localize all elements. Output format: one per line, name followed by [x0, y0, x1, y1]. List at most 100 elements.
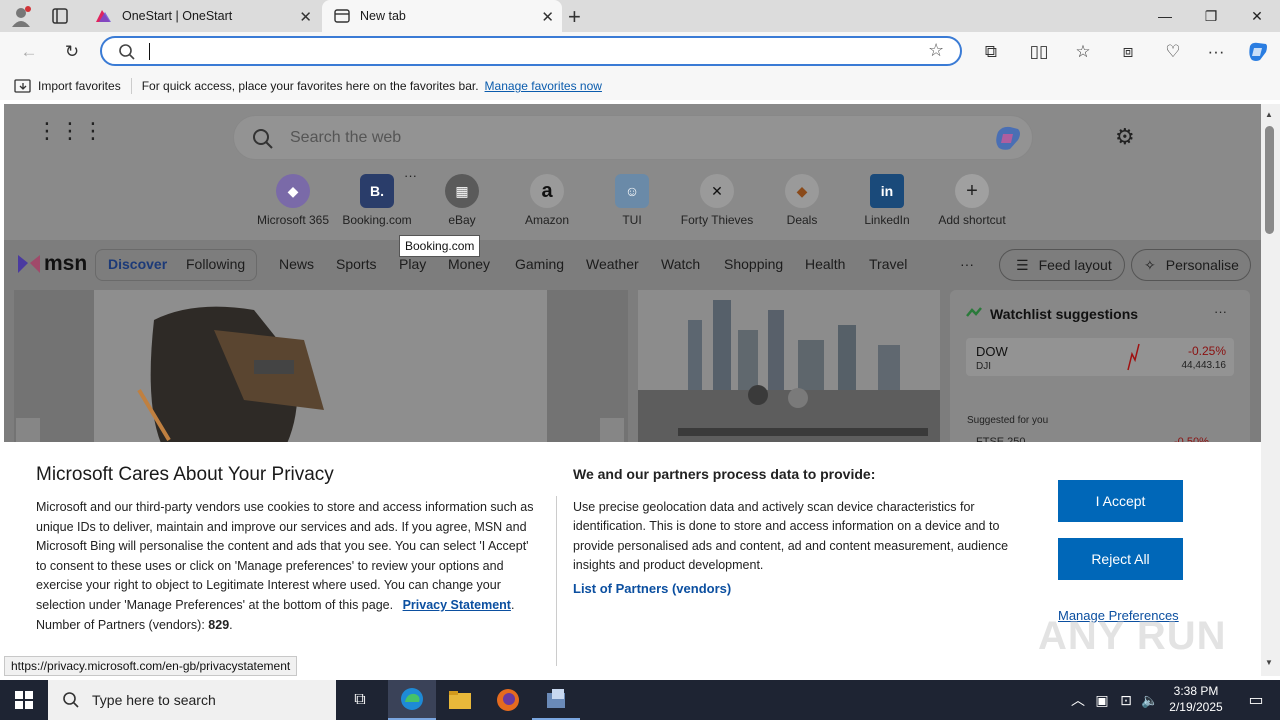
nav-watch[interactable]: Watch: [661, 256, 700, 272]
search-placeholder: Search the web: [290, 129, 402, 146]
shortcut-microsoft365[interactable]: ◆ Microsoft 365: [248, 174, 338, 227]
tab-onestart[interactable]: OneStart | OneStart ✕: [84, 0, 320, 32]
city-news-card[interactable]: [638, 290, 940, 450]
shortcut-label: eBay: [448, 213, 476, 227]
feed-layout-button[interactable]: ☰ Feed layout: [999, 249, 1125, 281]
deals-icon: ◆: [785, 174, 819, 208]
title-bar: OneStart | OneStart ✕ New tab ✕ + — ❐ ✕: [0, 0, 1280, 32]
shortcut-forty-thieves[interactable]: ✕ Forty Thieves: [672, 174, 762, 227]
collections-icon[interactable]: ⧈: [1113, 37, 1143, 67]
close-tab-icon[interactable]: ✕: [541, 8, 554, 26]
import-favorites-icon[interactable]: [14, 78, 32, 94]
favorites-divider: [130, 78, 132, 94]
page-scrollbar[interactable]: ▲ ▼: [1261, 104, 1280, 676]
task-view-icon[interactable]: ⧉: [336, 680, 384, 720]
manage-favorites-link[interactable]: Manage favorites now: [485, 79, 602, 93]
refresh-icon[interactable]: ↻: [57, 37, 87, 67]
close-window-icon[interactable]: ✕: [1234, 0, 1280, 32]
edge-taskbar-icon[interactable]: [388, 680, 436, 720]
copilot-icon[interactable]: [992, 124, 1024, 152]
accept-button[interactable]: I Accept: [1058, 480, 1183, 522]
extensions-icon[interactable]: ⧉: [976, 37, 1006, 67]
volume-icon[interactable]: 🔈: [1138, 680, 1162, 720]
new-tab-icon[interactable]: +: [568, 4, 581, 30]
nav-money[interactable]: Money: [448, 256, 490, 272]
nav-gaming[interactable]: Gaming: [515, 256, 564, 272]
scroll-up-icon[interactable]: ▲: [1265, 110, 1273, 119]
personalise-icon: ✧: [1144, 256, 1156, 273]
shortcut-amazon[interactable]: a Amazon: [502, 174, 592, 227]
shortcut-label: Add shortcut: [938, 213, 1006, 227]
stock-row-dow[interactable]: DOW DJI -0.25% 44,443.16: [966, 338, 1234, 376]
stock-exchange: DJI: [976, 361, 991, 372]
file-explorer-icon[interactable]: [436, 680, 484, 720]
taskbar-search-box[interactable]: Type here to search: [48, 680, 336, 720]
performance-icon[interactable]: ♡: [1158, 37, 1188, 67]
favorite-star-icon[interactable]: ☆: [928, 40, 944, 61]
address-bar[interactable]: ☆: [100, 36, 962, 66]
copilot-icon[interactable]: [1243, 37, 1273, 67]
nav-travel[interactable]: Travel: [869, 256, 907, 272]
link-period: .: [510, 597, 515, 612]
app-installer-icon[interactable]: [532, 680, 580, 720]
nav-more-icon[interactable]: ···: [960, 256, 974, 272]
nav-weather[interactable]: Weather: [586, 256, 639, 272]
nav-play[interactable]: Play: [399, 256, 426, 272]
privacy-body: Microsoft and our third-party vendors us…: [36, 498, 542, 635]
nav-sports[interactable]: Sports: [336, 256, 376, 272]
restore-icon[interactable]: ❐: [1188, 0, 1234, 32]
web-search-box[interactable]: Search the web: [233, 115, 1033, 160]
privacy-statement-link[interactable]: Privacy Statement: [403, 598, 511, 612]
msn-logo[interactable]: msn: [16, 252, 87, 276]
hero-image: [94, 290, 547, 450]
import-favorites-label[interactable]: Import favorites: [38, 79, 121, 93]
scroll-down-icon[interactable]: ▼: [1265, 658, 1273, 667]
personalise-button[interactable]: ✧ Personalise: [1131, 249, 1251, 281]
favorites-bar: Import favorites For quick access, place…: [0, 72, 1280, 100]
notifications-icon[interactable]: ▭: [1232, 680, 1280, 720]
windows-start-icon[interactable]: [0, 680, 48, 720]
watchlist-menu-icon[interactable]: ···: [1214, 304, 1227, 319]
close-tab-icon[interactable]: ✕: [299, 8, 312, 26]
search-icon: [119, 44, 135, 60]
reject-all-button[interactable]: Reject All: [1058, 538, 1183, 580]
anyrun-watermark: ANY RUN: [1038, 614, 1227, 658]
clock-date: 2/19/2025: [1169, 700, 1223, 714]
clock[interactable]: 3:38 PM 2/19/2025: [1164, 683, 1228, 715]
apps-launcher-icon[interactable]: ⋮⋮⋮: [36, 120, 104, 148]
hero-news-card[interactable]: [14, 290, 628, 450]
more-menu-icon[interactable]: ···: [1201, 37, 1231, 67]
profile-icon[interactable]: [10, 5, 32, 27]
list-of-partners-link[interactable]: List of Partners (vendors): [573, 581, 731, 596]
split-screen-icon[interactable]: ▯▯: [1024, 37, 1054, 67]
favorites-icon[interactable]: ☆: [1068, 37, 1098, 67]
tab-following[interactable]: Following: [186, 256, 245, 272]
shortcut-tui[interactable]: ☺ TUI: [587, 174, 677, 227]
minimize-icon[interactable]: —: [1142, 0, 1188, 32]
tab-actions-icon[interactable]: [50, 7, 70, 25]
msn-butterfly-icon: [18, 255, 40, 273]
shortcut-more-icon[interactable]: ···: [404, 168, 417, 183]
firefox-icon[interactable]: [484, 680, 532, 720]
msn-wordmark: msn: [44, 252, 88, 275]
network-icon[interactable]: ⊡: [1114, 680, 1138, 720]
nav-news[interactable]: News: [279, 256, 314, 272]
add-shortcut-icon: +: [955, 174, 989, 208]
settings-gear-icon[interactable]: ⚙: [1115, 124, 1135, 150]
scrollbar-thumb[interactable]: [1265, 126, 1274, 234]
shortcut-ebay[interactable]: ▦ eBay: [417, 174, 507, 227]
nav-health[interactable]: Health: [805, 256, 845, 272]
taskbar-search-placeholder: Type here to search: [92, 692, 216, 708]
back-icon[interactable]: ←: [14, 37, 44, 67]
shortcut-add[interactable]: + Add shortcut: [927, 174, 1017, 227]
nav-shopping[interactable]: Shopping: [724, 256, 783, 272]
tab-new-tab[interactable]: New tab ✕: [322, 0, 562, 32]
tab-discover[interactable]: Discover: [108, 256, 167, 272]
shortcut-deals[interactable]: ◆ Deals: [757, 174, 847, 227]
stock-value: 44,443.16: [1181, 360, 1227, 371]
privacy-body-text: Microsoft and our third-party vendors us…: [36, 500, 534, 612]
shortcut-linkedin[interactable]: in LinkedIn: [842, 174, 932, 227]
shortcut-label: TUI: [622, 213, 642, 227]
count-period: .: [229, 617, 233, 632]
system-tray-device-icon[interactable]: ▣: [1090, 680, 1114, 720]
